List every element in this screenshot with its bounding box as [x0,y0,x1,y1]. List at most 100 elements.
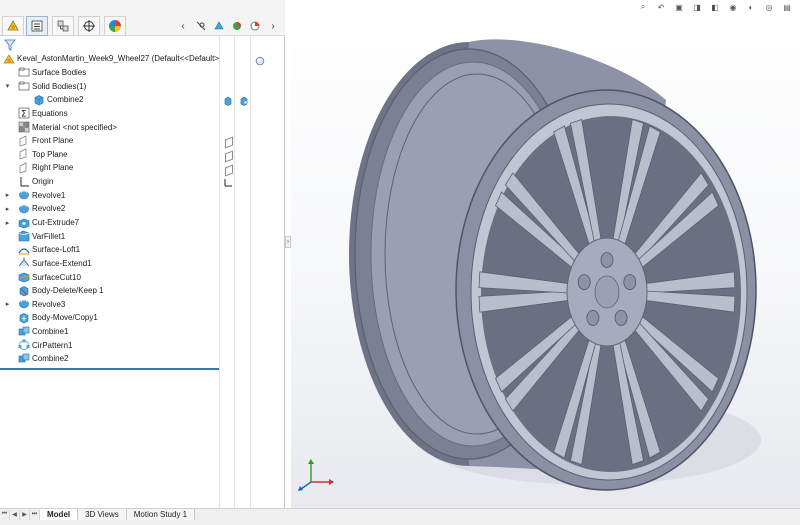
surface-extend-icon [17,257,30,269]
filter-icon[interactable] [4,39,16,51]
solidworks-window: ‹ › Keval_AstonMartin_Week9_Wheel27 (Def… [0,0,800,525]
feature-tree-item[interactable]: Top Plane [0,147,285,161]
hide-show-items-icon[interactable] [195,20,207,32]
combine-icon [17,353,30,365]
feature-tree-item[interactable]: ▸ Revolve2 [0,202,285,216]
feature-tree-item[interactable]: Right Plane [0,161,285,175]
feature-tree-item-label: SurfaceCut10 [32,272,81,282]
expand-arrow-icon[interactable]: ▸ [4,204,11,213]
filter-row [0,38,285,52]
appearance-tab-icon[interactable] [104,16,126,36]
feature-tree-item[interactable]: ▸ Revolve1 [0,188,285,202]
folder-icon [17,80,30,92]
feature-tree-item[interactable]: Origin [0,175,285,189]
expand-arrow-icon[interactable]: ▸ [4,191,11,200]
coordinate-triad-icon [298,459,334,491]
first-tab-icon[interactable]: ⏮ [0,509,10,520]
feature-tree-item-label: VarFillet1 [32,231,66,241]
status-bar [0,520,800,525]
wheel-model[interactable] [291,0,800,508]
lug-hole [614,309,628,326]
feature-tree-item[interactable]: VarFillet1 [0,229,285,243]
feature-tree-item[interactable]: Surface Bodies [0,66,285,80]
document-tab[interactable]: Model [40,509,79,520]
feature-tree-item-label: Top Plane [32,149,68,159]
featuremanager-tab-icon[interactable] [2,16,24,36]
lug-hole [586,309,600,326]
feature-tree-item-label: Cut-Extrude7 [32,218,80,227]
body-delete-icon [17,285,30,297]
bottom-tab-bar: ⏮ ◀ ▶ ⏭ Model 3D Views Motion Study 1 [0,508,800,520]
feature-tree-item[interactable]: ▾ Solid Bodies(1) [0,79,285,93]
lug-hole [623,274,637,291]
feature-tree-item[interactable]: Combine2 [0,352,285,366]
feature-tree-item-label: Revolve3 [32,299,66,309]
configurationmanager-tab-icon[interactable] [52,16,74,36]
body-appearance-icon[interactable] [239,96,249,106]
origin-icon [17,176,30,188]
scene-icon[interactable] [249,20,261,32]
document-tab[interactable]: Motion Study 1 [126,509,196,520]
expand-arrow-icon[interactable]: ▸ [4,218,11,227]
revolve-icon [17,203,30,215]
feature-tree-item-label: Body-Move/Copy1 [32,313,98,323]
feature-tree-item[interactable]: SurfaceCut10 [0,270,285,284]
fillet-icon [17,230,30,242]
feature-tree-item[interactable]: Combine1 [0,325,285,339]
propertymanager-tab-icon[interactable] [26,16,48,36]
feature-tree-item[interactable]: Front Plane [0,134,285,148]
body-display-icon[interactable] [223,96,233,106]
feature-tree-item[interactable]: Σ Equations [0,107,285,121]
feature-tree-item-label: Surface-Loft1 [32,245,81,255]
feature-tree-item-label: Material <not specified> [32,122,117,132]
feature-tree-item-label: Equations [32,108,68,118]
feature-tree-item[interactable]: Surface-Loft1 [0,243,285,257]
display-state-icon[interactable] [255,56,265,66]
feature-tree-item[interactable]: ▸ Revolve3 [0,298,285,312]
feature-tree-item[interactable]: Keval_AstonMartin_Week9_Wheel27 (Default… [0,52,285,66]
document-tab[interactable]: 3D Views [78,509,127,520]
feature-tree-item-label: Combine2 [47,95,84,105]
feature-manager-panel: ‹ › Keval_AstonMartin_Week9_Wheel27 (Def… [0,0,285,508]
feature-tree-item[interactable]: CirPattern1 [0,338,285,352]
equations-icon: Σ [17,107,30,119]
feature-tree-item-label: Right Plane [32,163,74,173]
feature-tree-item-label: Solid Bodies(1) [32,81,87,91]
part-icon [2,53,15,65]
next-tab-icon[interactable]: ▶ [20,509,30,520]
panel-controls: ‹ › [177,20,279,32]
previous-tab-icon[interactable]: ◀ [10,509,20,520]
feature-tree-item-label: CirPattern1 [32,340,73,350]
plane-icon [17,162,30,174]
dimxpert-tab-icon[interactable] [78,16,100,36]
surface-cut-icon [17,271,30,283]
surface-loft-icon [17,244,30,256]
feature-tree-item[interactable]: Material <not specified> [0,120,285,134]
feature-tree-item-label: Revolve1 [32,190,66,200]
feature-tree-item[interactable]: Body-Delete/Keep 1 [0,284,285,298]
expanded-arrow-icon[interactable]: ▾ [4,82,11,91]
origin-visibility-icon[interactable] [223,178,233,188]
rollback-bar[interactable] [0,368,219,370]
feature-tree-item[interactable]: Surface-Extend1 [0,257,285,271]
feature-tree-item[interactable]: ▸ Cut-Extrude7 [0,216,285,230]
feature-tree-item-label: Front Plane [32,136,74,146]
chevron-left-icon[interactable]: ‹ [177,20,189,32]
center-bore [594,275,620,309]
combine-icon [17,326,30,338]
last-tab-icon[interactable]: ⏭ [30,509,40,520]
revolve-icon [17,189,30,201]
graphics-area[interactable]: ⌕ ↶ ▣ ◨ ◧ ◉ ◐ ◎ ▤ [291,0,800,508]
chevron-right-icon[interactable]: › [267,20,279,32]
feature-tree-item[interactable]: Body-Move/Copy1 [0,311,285,325]
feature-tree-item-label: Revolve2 [32,204,66,214]
body-move-icon [17,312,30,324]
material-icon [17,121,30,133]
plane-icon [17,148,30,160]
folder-icon [17,66,30,78]
appearance-icon[interactable] [231,20,243,32]
display-pane-icon[interactable] [213,20,225,32]
lug-hole [600,252,614,268]
expand-arrow-icon[interactable]: ▸ [4,300,11,309]
svg-text:Σ: Σ [21,110,27,120]
